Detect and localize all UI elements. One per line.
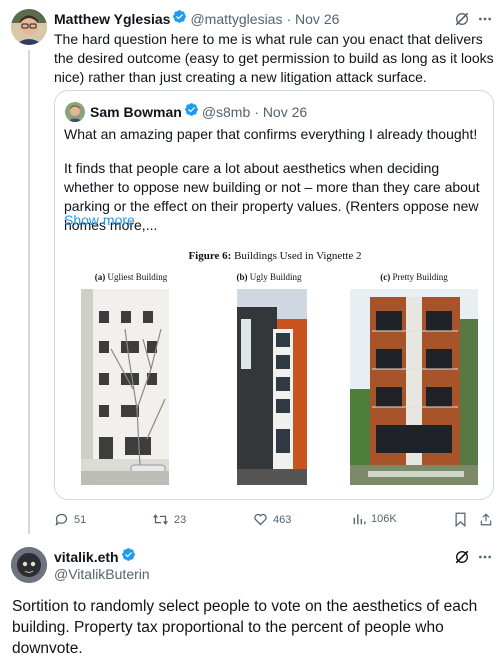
quote-header: Sam Bowman @s8mb · Nov 26 (90, 102, 307, 122)
quote-author-handle: @s8mb (201, 104, 251, 120)
reply-count: 51 (74, 513, 87, 526)
figure-title-label: Figure 6: (188, 250, 232, 262)
caption-tag: (c) (380, 272, 391, 282)
views-icon (353, 514, 366, 525)
tweet-date[interactable]: · Nov 26 (286, 11, 339, 27)
avatar-photo (11, 9, 47, 45)
figure-title: Figure 6: Buildings Used in Vignette 2 (56, 250, 493, 262)
caption-label: Ugliest Building (105, 272, 168, 282)
avatar-sam-bowman (65, 102, 85, 122)
quote-author-name: Sam Bowman (90, 104, 182, 120)
figure-title-text: Buildings Used in Vignette 2 (231, 250, 362, 262)
grok-icon[interactable] (453, 548, 471, 566)
avatar-photo (11, 547, 47, 583)
ugliest-building-photo (81, 289, 169, 485)
show-more-link[interactable]: Show more (64, 211, 135, 230)
caption-ugly: (b) Ugly Building (224, 272, 314, 282)
author-handle[interactable]: @mattyglesias (190, 11, 282, 27)
thread-line (28, 50, 30, 534)
caption-ugliest: (a) Ugliest Building (76, 272, 186, 282)
tweet-text: The hard question here to me is what rul… (54, 31, 494, 85)
bookmark-icon (455, 512, 465, 527)
ugly-building-photo (237, 289, 307, 485)
quoted-tweet[interactable]: Sam Bowman @s8mb · Nov 26 What an amazin… (54, 90, 494, 500)
grok-icon[interactable] (453, 10, 471, 28)
retweet-count: 23 (174, 513, 187, 526)
caption-tag: (a) (94, 272, 106, 282)
tweet-reply[interactable]: vitalik.eth @VitalikButerin Sortition to… (0, 540, 500, 661)
like-icon (254, 513, 267, 526)
caption-label: Pretty Building (390, 272, 448, 282)
reply-icon (55, 513, 68, 526)
like-count: 463 (273, 513, 292, 526)
quote-text-line1: What an amazing paper that confirms ever… (64, 126, 478, 142)
author-handle[interactable]: @VitalikButerin (54, 566, 150, 582)
like-button[interactable]: 463 (253, 512, 291, 527)
quote-date: · Nov 26 (254, 104, 308, 120)
reply-button[interactable]: 51 (54, 512, 86, 527)
verified-badge-icon (121, 547, 136, 567)
author-name[interactable]: vitalik.eth (54, 549, 119, 565)
share-icon (480, 512, 492, 525)
views-count: 106K (371, 513, 397, 525)
tweet-main[interactable]: Matthew Yglesias @mattyglesias · Nov 26 … (0, 0, 500, 540)
bookmark-button[interactable] (452, 511, 468, 527)
author-name[interactable]: Matthew Yglesias (54, 11, 170, 27)
verified-badge-icon (184, 102, 199, 122)
retweet-button[interactable]: 23 (152, 512, 186, 527)
verified-badge-icon (172, 9, 187, 29)
pretty-building-photo (350, 289, 478, 485)
views-button[interactable]: 106K (352, 512, 397, 526)
avatar-matthew-yglesias[interactable] (11, 9, 47, 45)
caption-pretty: (c) Pretty Building (354, 272, 474, 282)
paper-figure: Figure 6: Buildings Used in Vignette 2 (… (56, 241, 493, 499)
retweet-icon (153, 514, 168, 525)
caption-tag: (b) (236, 272, 248, 282)
tweet-text: Sortition to randomly select people to v… (12, 598, 478, 657)
share-button[interactable] (478, 511, 494, 527)
caption-label: Ugly Building (247, 272, 302, 282)
more-icon[interactable] (476, 10, 494, 28)
tweet-header: Matthew Yglesias @mattyglesias · Nov 26 (54, 10, 339, 28)
more-icon[interactable] (476, 548, 494, 566)
tweet-header: vitalik.eth (54, 548, 139, 566)
avatar-vitalik[interactable] (11, 547, 47, 583)
